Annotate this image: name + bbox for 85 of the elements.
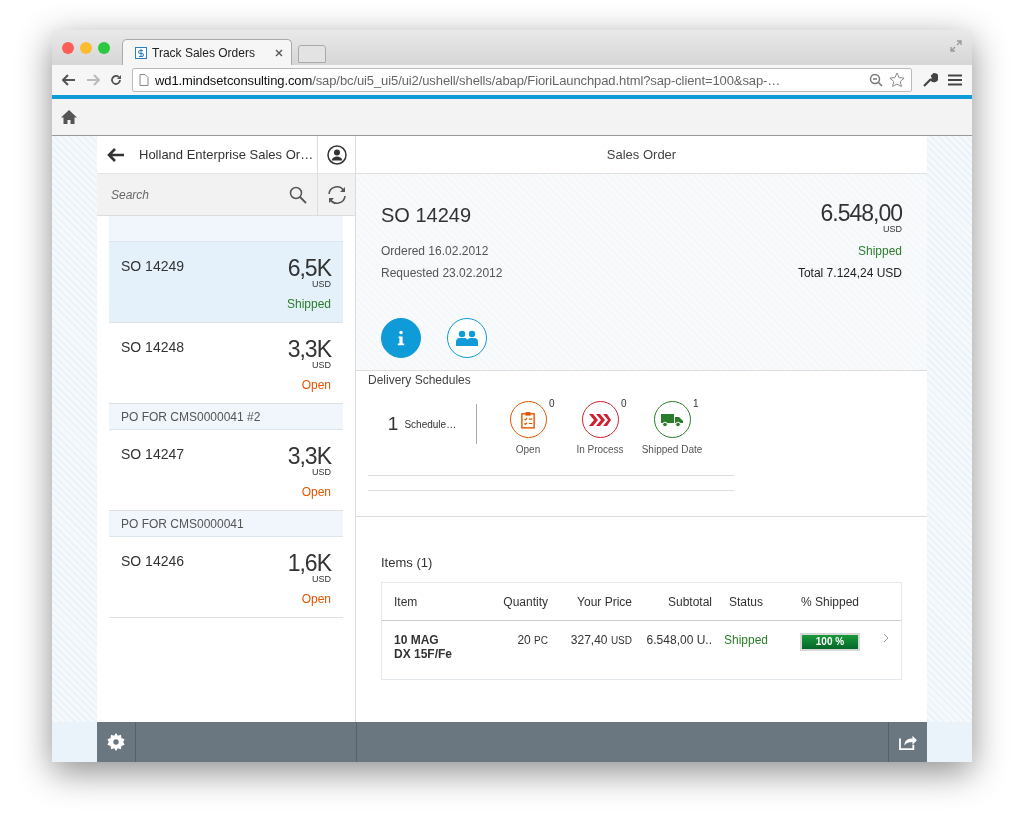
detail-title: Sales Order [606,147,677,162]
master-title: Holland Enterprise Sales Or… [139,147,315,162]
item-row[interactable]: 10 MAG DX 15F/Fe 20 PC 327,40 USD 6.548,00 U.. Shipped 100 % [382,621,901,679]
menu-icon[interactable] [948,74,962,86]
order-status: Shipped [857,244,902,258]
table-cell-text: 6.548,00 U.. [645,633,712,647]
section-title: Delivery Schedules [368,373,472,387]
items-title: Items (1) [381,555,434,570]
order-number: SO 14249 [121,258,185,276]
order-number: SO 14249 [381,204,472,227]
back-arrow-icon[interactable] [62,74,76,86]
stage-status-circle[interactable] [509,401,547,438]
url-text: wd1.mindsetconsulting.com/sap/bc/ui5_ui5/ui2/ushell/shells/abap/FioriLaunchpad.html?sap-client=100&sap-… [155,72,782,88]
table-cell-text: 20 PC [516,633,548,647]
column-header: Subtotal [666,594,712,609]
currency-label: USD [312,468,331,477]
table-cell: 10 MAG DX 15F/Fe [394,633,454,661]
currency-label: USD [312,361,331,370]
order-status: Open [301,378,331,392]
refresh-icon[interactable] [325,183,348,206]
stage-label: In Process [576,444,624,455]
stage-count: 1 [692,398,699,409]
page-icon [139,74,149,86]
order-status: Open [301,592,331,606]
zoom-icon[interactable] [869,73,883,87]
schedule-count: 1 [387,413,399,435]
order-amount: 1,6K [287,551,331,575]
search-field[interactable]: Search [97,174,317,215]
close-icon[interactable] [275,48,283,57]
column-header: Status [728,594,764,609]
order-status: Shipped [286,297,331,311]
settings-icon[interactable] [107,733,125,751]
chevron-right-icon[interactable] [883,633,889,643]
order-number: SO 14248 [121,339,185,357]
schedule-label: Schedule… [404,418,457,430]
stage-label: Shipped Date [641,444,703,455]
reload-icon[interactable] [110,74,122,86]
back-arrow-icon[interactable] [107,147,125,162]
icon-tab[interactable] [381,318,421,358]
column-header: Quantity [502,594,548,609]
home-icon[interactable] [61,109,77,125]
tab-title: Track Sales Orders [152,45,256,60]
icon-tab[interactable] [447,318,487,358]
stage-count: 0 [620,398,627,409]
info-icon [397,330,405,346]
column-header: % Shipped [799,594,860,609]
order-number: SO 14246 [121,553,185,571]
stage-count: 0 [548,398,555,409]
share-icon[interactable] [899,734,917,750]
browser-tab[interactable]: Track Sales Orders [122,39,292,65]
stage-status-circle[interactable] [653,401,691,438]
list-group-header: PO FOR CMS0000041 #2 [109,404,343,430]
people-icon [456,330,478,346]
progress-label: 100 % [814,635,846,649]
requested-date: Requested 23.02.2012 [381,266,503,280]
dollar-page-icon [135,46,147,59]
column-header: Item [394,594,419,609]
currency-label: USD [883,224,902,234]
clipboard-checklist-icon [521,410,535,429]
wrench-icon[interactable] [922,72,938,88]
status-cell-text: Shipped [722,633,769,647]
order-number: SO 14247 [121,446,185,464]
currency-label: USD [312,575,331,584]
order-amount: 3,3K [287,337,331,361]
order-amount: 6,5K [287,256,331,280]
order-amount: 6.548,00 [820,202,902,224]
column-header: Your Price [576,594,632,609]
chevrons-icon [589,413,611,426]
user-icon[interactable] [326,144,347,165]
search-icon[interactable] [289,185,307,204]
list-group-header: PO FOR CMS0000041 [109,511,343,537]
address-bar[interactable]: wd1.mindsetconsulting.com/sap/bc/ui5_ui5/ui2/ushell/shells/abap/FioriLaunchpad.html?sap-client=100&sap-… [132,68,912,92]
stage-label: Open [515,444,541,455]
stage-status-circle[interactable] [581,401,619,438]
close-window-icon[interactable] [62,41,74,54]
truck-icon [661,412,683,427]
table-cell-text: 327,40 USD [569,633,632,647]
order-list-item[interactable]: SO 14249 6,5K USD Shipped [109,242,343,323]
currency-label: USD [312,280,331,289]
ordered-date: Ordered 16.02.2012 [381,244,489,258]
order-total: Total 7.124,24 USD [797,266,902,280]
order-status: Open [301,485,331,499]
search-field[interactable]: Search [109,186,289,203]
order-amount: 3,3K [287,444,331,468]
star-icon[interactable] [889,72,905,88]
